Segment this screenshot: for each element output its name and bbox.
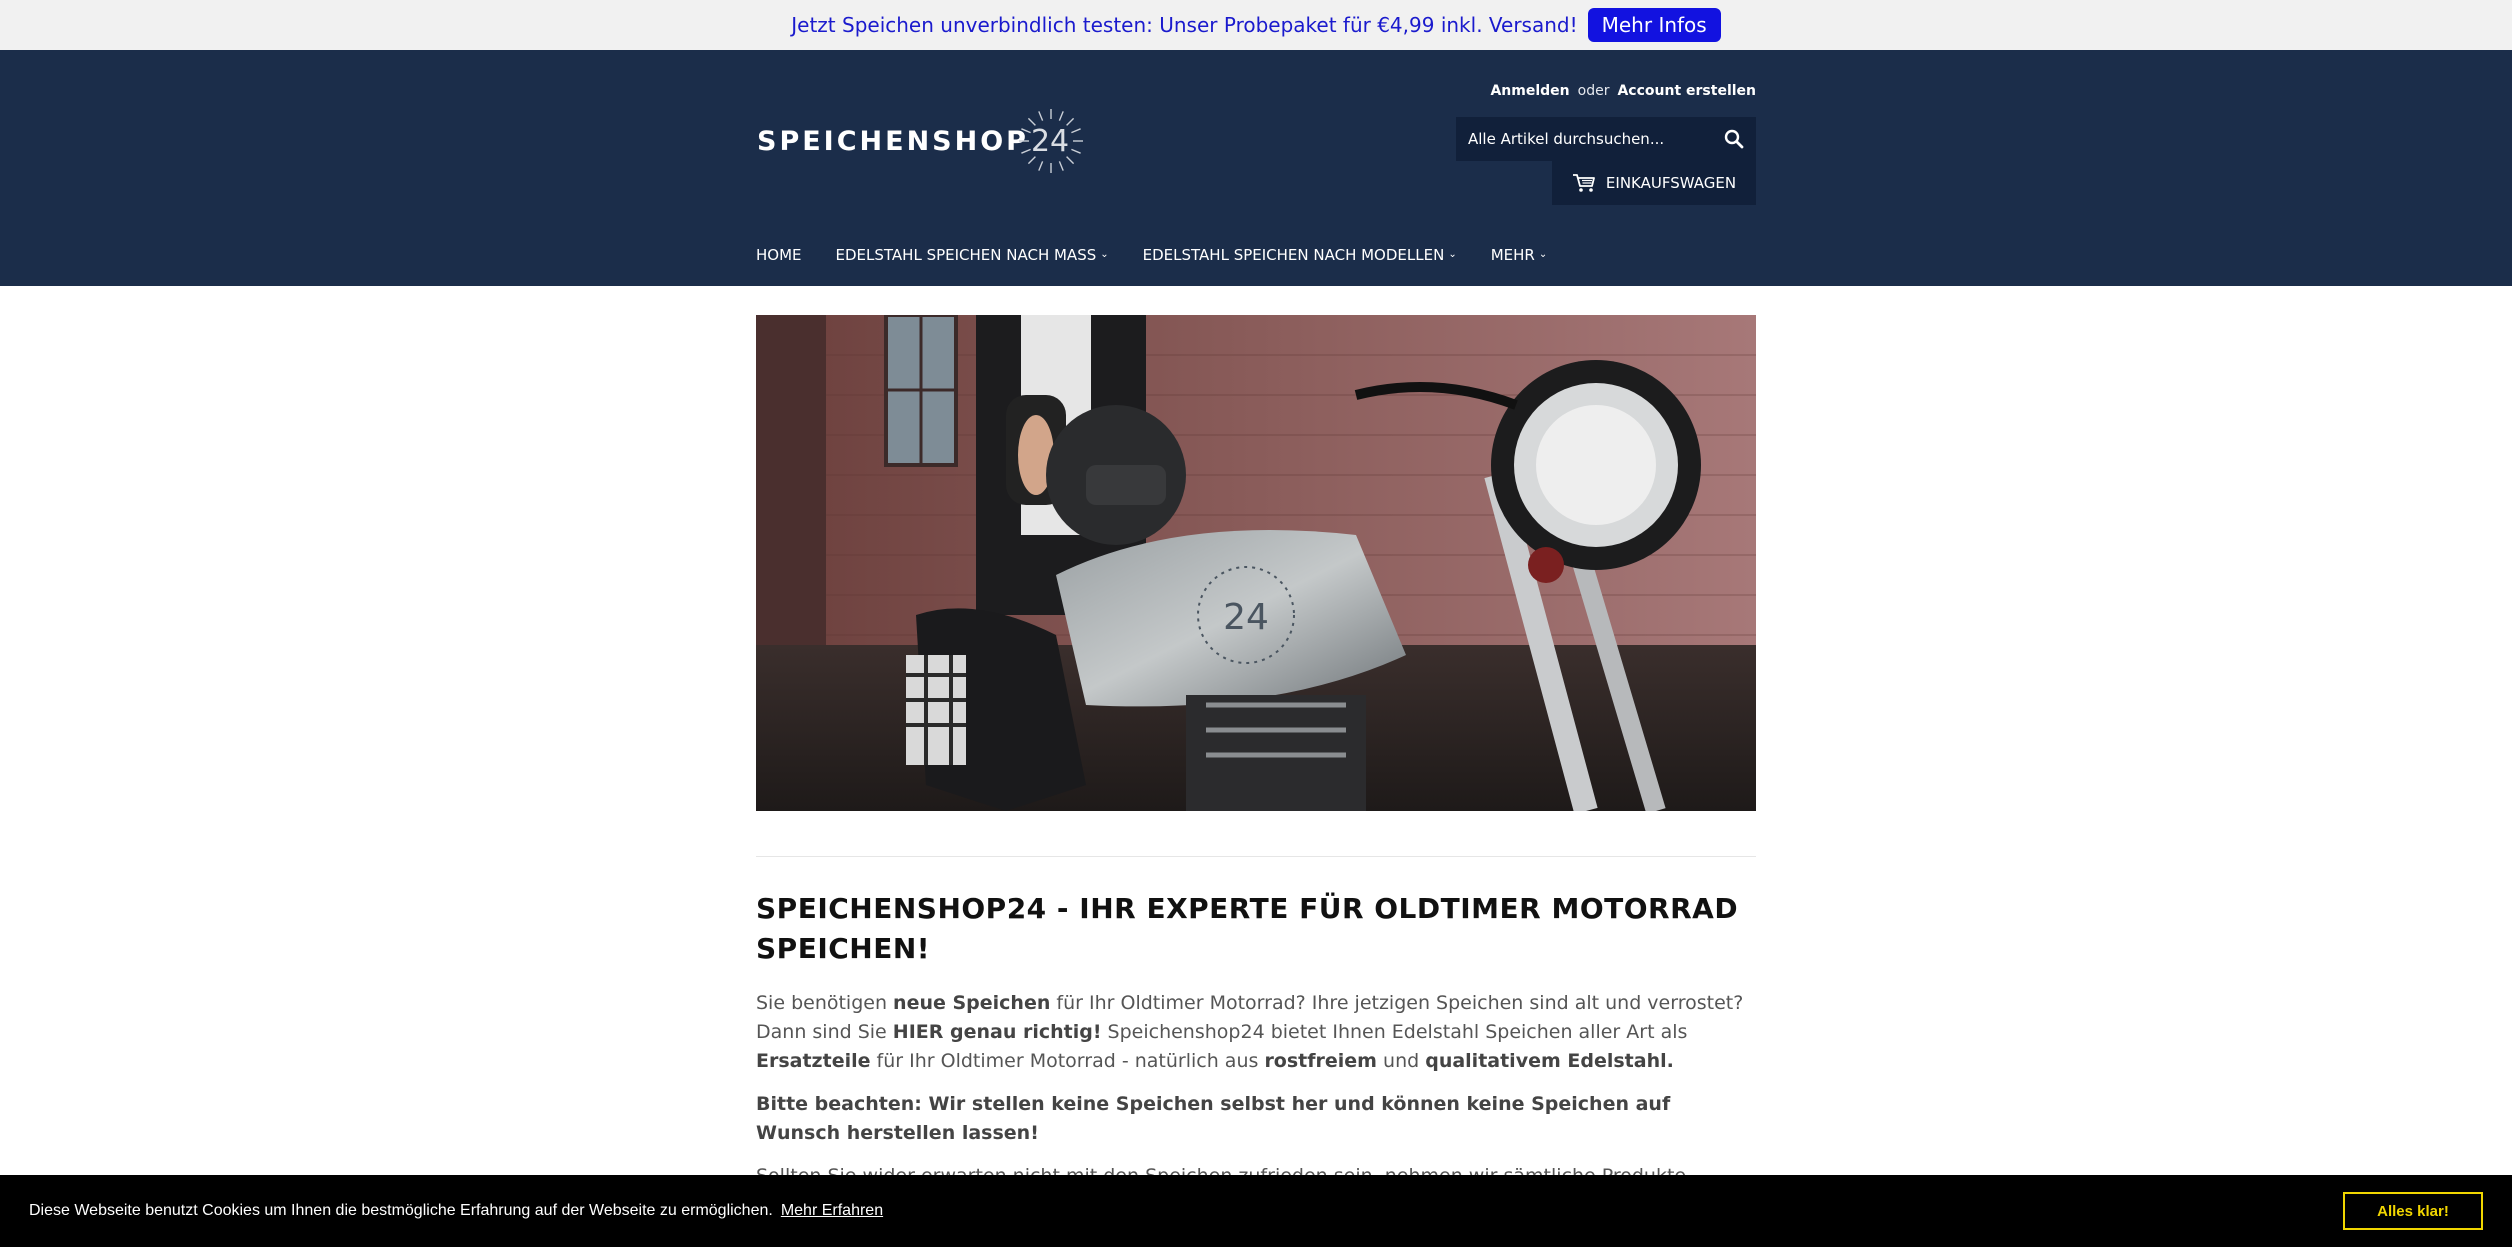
intro-text: Sie benötigen (756, 992, 894, 1014)
nav-item-mehr[interactable]: MEHR ⌄ (1491, 246, 1548, 264)
register-link[interactable]: Account erstellen (1617, 83, 1756, 99)
nav-item-home[interactable]: HOME (756, 246, 802, 264)
site-header: SPEICHENSHOP 24 Anmelden oder Account er… (0, 50, 2512, 286)
search-input[interactable] (1456, 130, 1712, 148)
site-logo[interactable]: SPEICHENSHOP 24 (757, 105, 1087, 177)
cart-label: EINKAUFSWAGEN (1605, 174, 1737, 192)
page-heading: SPEICHENSHOP24 - IHR EXPERTE FÜR OLDTIME… (756, 892, 1739, 965)
announcement-bar: Jetzt Speichen unverbindlich testen: Uns… (0, 0, 2512, 50)
nav-item-label: MEHR (1490, 246, 1535, 264)
nav-item-label: HOME (756, 246, 802, 264)
tank-logo-text: 24 (1223, 597, 1269, 638)
intro-text: Speichenshop24 bietet Ihnen Edelstahl Sp… (1101, 1021, 1688, 1043)
cookie-accept-button[interactable]: Alles klar! (2343, 1192, 2483, 1230)
hero-image: 24 (756, 315, 1756, 811)
cookie-banner: Diese Webseite benutzt Cookies um Ihnen … (0, 1175, 2512, 1247)
login-link[interactable]: Anmelden (1490, 83, 1569, 99)
chevron-down-icon: ⌄ (1448, 248, 1457, 260)
nav-item-speichen-nach-mass[interactable]: EDELSTAHL SPEICHEN NACH MASS ⌄ (836, 246, 1109, 264)
chevron-down-icon: ⌄ (1100, 248, 1109, 260)
intro-bold: rostfreiem (1264, 1050, 1377, 1072)
intro-bold: HIER genau richtig! (892, 1021, 1102, 1043)
cookie-message: Diese Webseite benutzt Cookies um Ihnen … (29, 1202, 773, 1219)
cart-icon (1572, 174, 1595, 192)
logo-sunburst-icon (1019, 109, 1084, 173)
header-container: SPEICHENSHOP 24 Anmelden oder Account er… (756, 50, 1756, 286)
nav-item-speichen-nach-modellen[interactable]: EDELSTAHL SPEICHEN NACH MODELLEN ⌄ (1143, 246, 1457, 264)
more-info-button[interactable]: Mehr Infos (1587, 8, 1721, 42)
intro-bold: qualitativem Edelstahl. (1425, 1050, 1674, 1072)
account-links: Anmelden oder Account erstellen (1490, 83, 1756, 99)
intro-text: und (1376, 1050, 1426, 1072)
cookie-learn-more-link[interactable]: Mehr Erfahren (781, 1202, 883, 1220)
hero-motorcycle-illustration: 24 (756, 315, 1756, 811)
search-icon (1724, 129, 1744, 149)
section-divider (756, 856, 1756, 857)
intro-bold: Ersatzteile (756, 1050, 871, 1072)
intro-text: für Ihr Oldtimer Motorrad - natürlich au… (870, 1050, 1265, 1072)
search-form (1456, 117, 1756, 161)
intro-paragraph: Sie benötigen neue Speichen für Ihr Oldt… (756, 989, 1756, 1076)
nav-item-label: EDELSTAHL SPEICHEN NACH MODELLEN (1142, 246, 1445, 264)
chevron-down-icon: ⌄ (1538, 248, 1548, 260)
main-content: 24 SPEICHENSHOP24 - IHR EXPERTE FÜR OLDT… (756, 315, 1756, 1220)
cart-button[interactable]: EINKAUFSWAGEN (1552, 161, 1756, 205)
or-text: oder (1577, 83, 1610, 99)
announcement-text: Jetzt Speichen unverbindlich testen: Uns… (791, 13, 1578, 37)
search-button[interactable] (1712, 117, 1756, 161)
intro-bold: neue Speichen (893, 992, 1051, 1014)
logo-text: SPEICHENSHOP (757, 125, 1029, 157)
notice-paragraph: Bitte beachten: Wir stellen keine Speich… (756, 1093, 1671, 1144)
main-navigation: HOME EDELSTAHL SPEICHEN NACH MASS ⌄ EDELS… (756, 246, 1547, 264)
nav-item-label: EDELSTAHL SPEICHEN NACH MASS (835, 246, 1097, 264)
